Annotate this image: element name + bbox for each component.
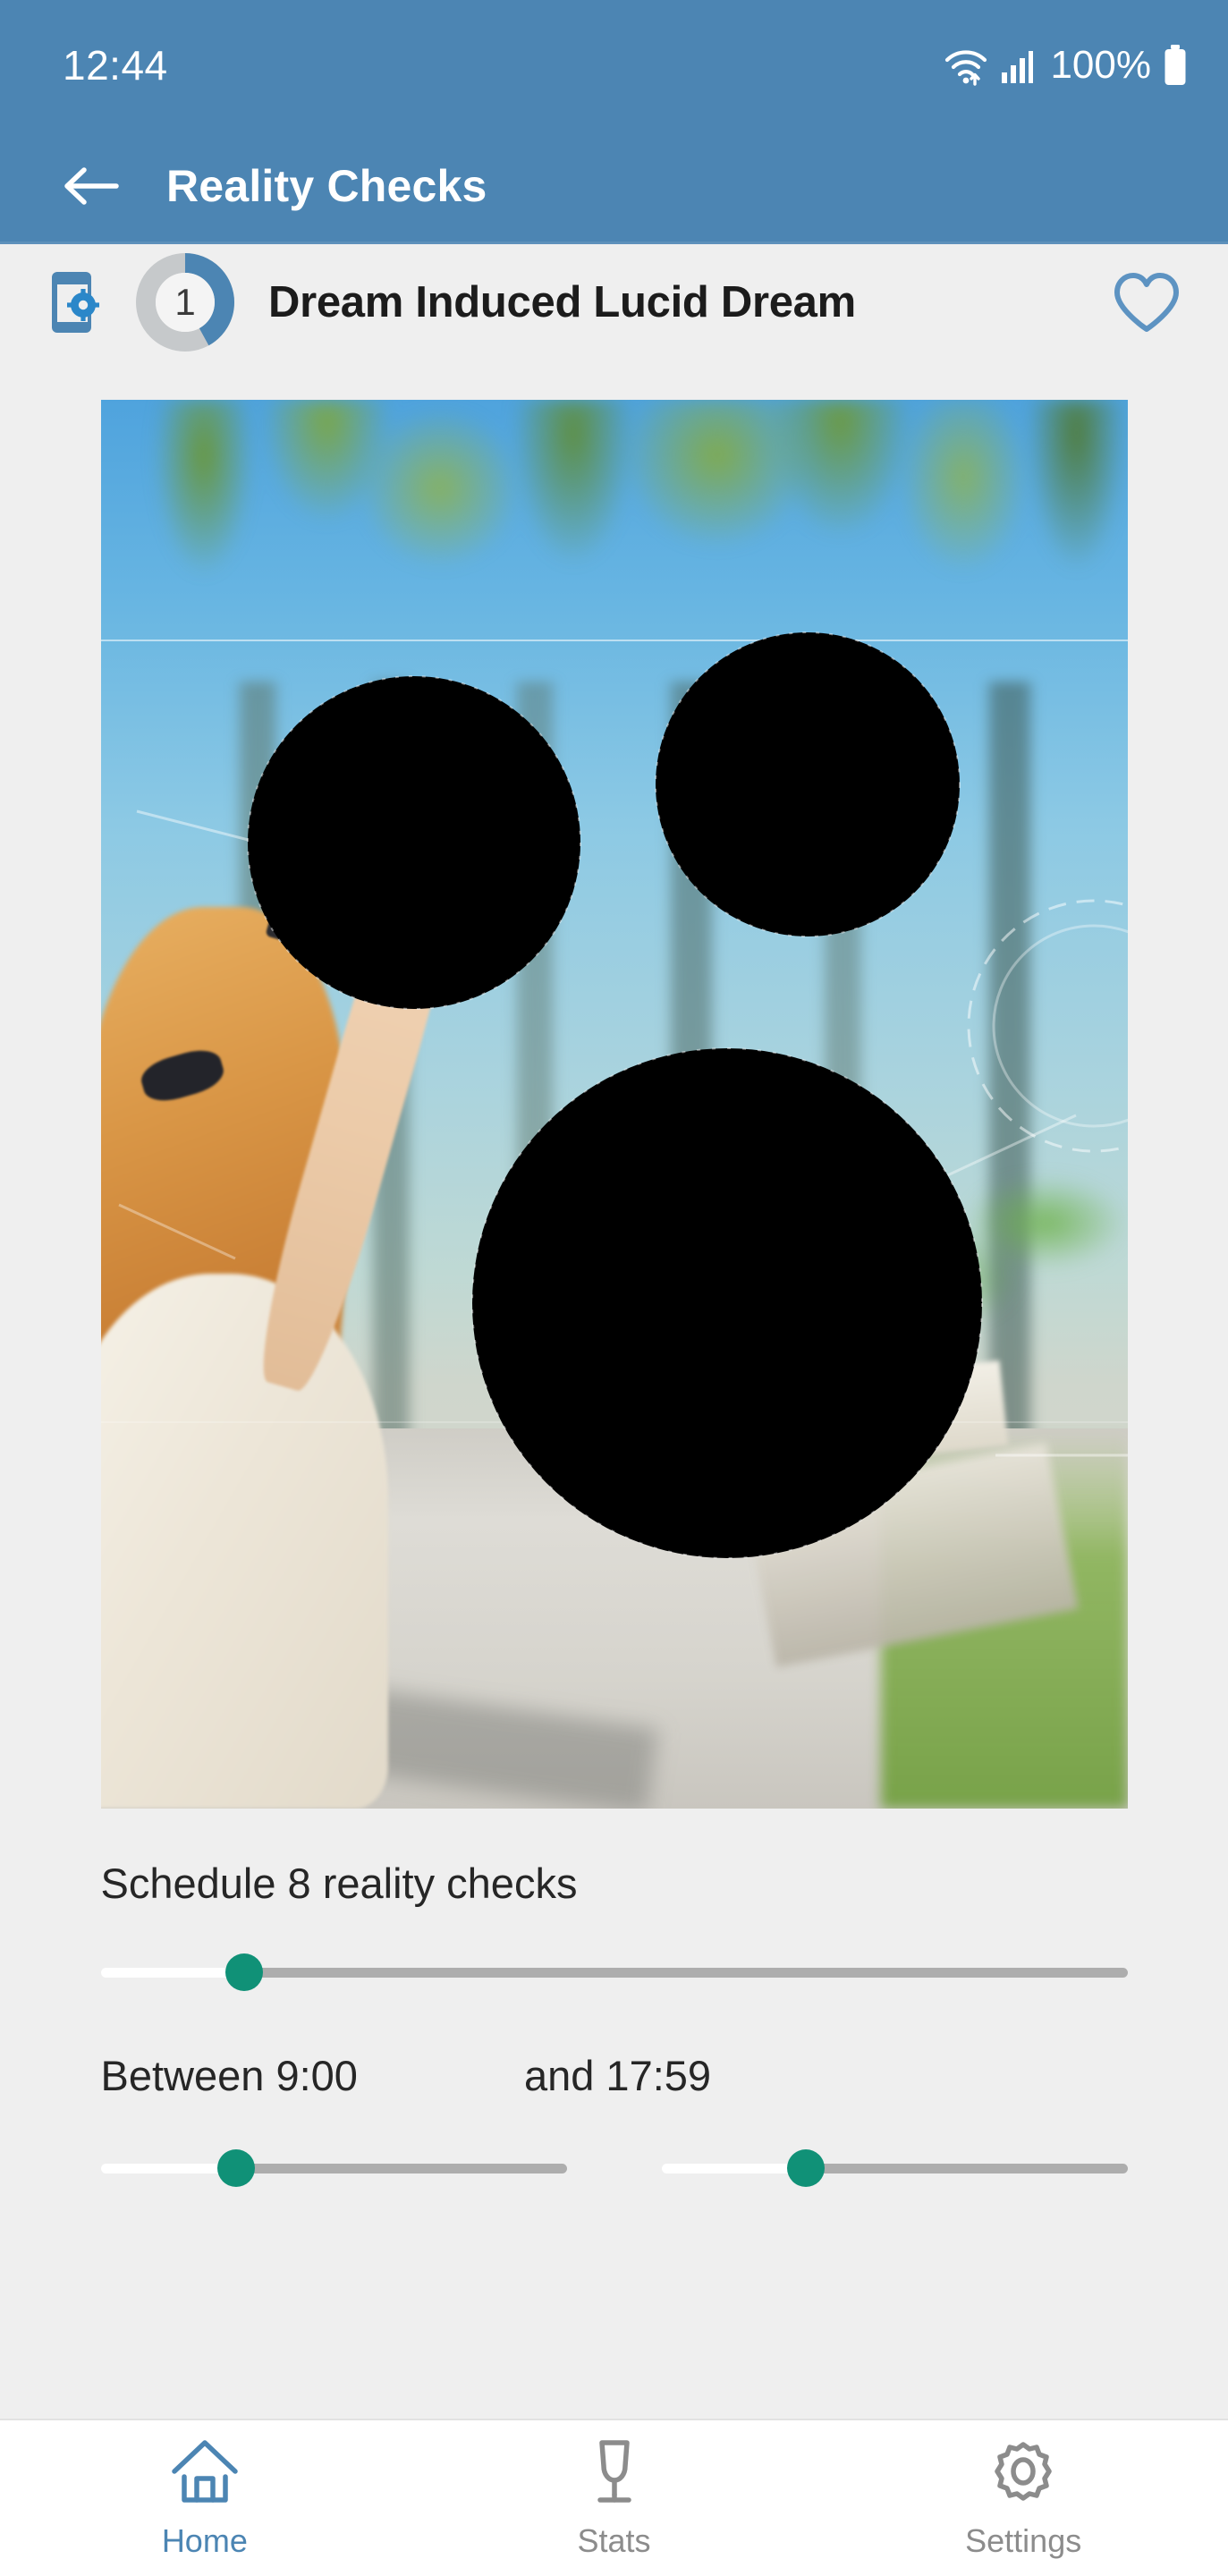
trophy-icon <box>577 2437 652 2510</box>
slider-thumb[interactable] <box>225 1953 264 1991</box>
slider-thumb[interactable] <box>787 2149 825 2187</box>
nav-item-settings[interactable]: Settings <box>818 2437 1228 2560</box>
home-icon <box>167 2437 242 2510</box>
slider-track-remaining <box>244 1967 1128 1978</box>
wifi-icon <box>943 45 989 86</box>
slider-track-remaining <box>806 2163 1128 2174</box>
slider-track-remaining <box>235 2163 567 2174</box>
schedule-label: Schedule 8 reality checks <box>100 1860 578 1907</box>
start-time-slider[interactable] <box>100 2149 567 2187</box>
card-title: Dream Induced Lucid Dream <box>268 278 856 326</box>
status-indicators: 100% <box>943 43 1189 88</box>
end-time-label: and 17:59 <box>523 2052 712 2099</box>
time-range-labels: Between 9:00 and 17:59 <box>101 2051 1128 2100</box>
battery-icon <box>1162 44 1189 87</box>
nav-label-settings: Settings <box>965 2521 1082 2559</box>
gear-icon <box>986 2437 1061 2510</box>
phone-gear-icon[interactable] <box>41 267 111 337</box>
nav-label-home: Home <box>161 2521 248 2559</box>
reality-check-image <box>100 400 1128 1809</box>
schedule-slider-row <box>100 1953 1128 1991</box>
time-sliders-row <box>100 2149 1128 2187</box>
slider-track-filled <box>100 2163 236 2174</box>
bottom-navigation: Home Stats Settings <box>0 2419 1228 2576</box>
heart-outline-icon[interactable] <box>1108 264 1185 341</box>
photo-woman-shoulder <box>100 1273 388 1809</box>
app-screen: 12:44 100% Reality Checks 1 Dream Induce… <box>0 0 1228 2576</box>
arrow-left-icon[interactable] <box>55 151 125 221</box>
nav-label-stats: Stats <box>577 2521 651 2559</box>
main-content: Schedule 8 reality checks Between 9:00 a… <box>0 360 1228 2419</box>
status-bar: 12:44 100% <box>0 0 1228 130</box>
battery-percent-label: 100% <box>1050 42 1151 87</box>
slider-track-filled <box>661 2163 806 2174</box>
slider-thumb[interactable] <box>216 2149 255 2187</box>
cellular-signal-icon <box>1000 46 1034 85</box>
reality-check-counter: 1 <box>136 253 234 352</box>
page-title: Reality Checks <box>166 160 487 211</box>
app-bar: Reality Checks <box>0 130 1228 242</box>
slider-track-filled <box>100 1967 245 1978</box>
counter-value: 1 <box>174 281 196 323</box>
schedule-count-slider[interactable] <box>100 1953 1128 1991</box>
end-time-slider[interactable] <box>661 2149 1128 2187</box>
nav-item-home[interactable]: Home <box>0 2437 410 2560</box>
status-clock: 12:44 <box>63 41 168 89</box>
card-header: 1 Dream Induced Lucid Dream <box>0 242 1228 360</box>
start-time-label: Between 9:00 <box>100 2052 358 2099</box>
nav-item-stats[interactable]: Stats <box>410 2437 819 2560</box>
